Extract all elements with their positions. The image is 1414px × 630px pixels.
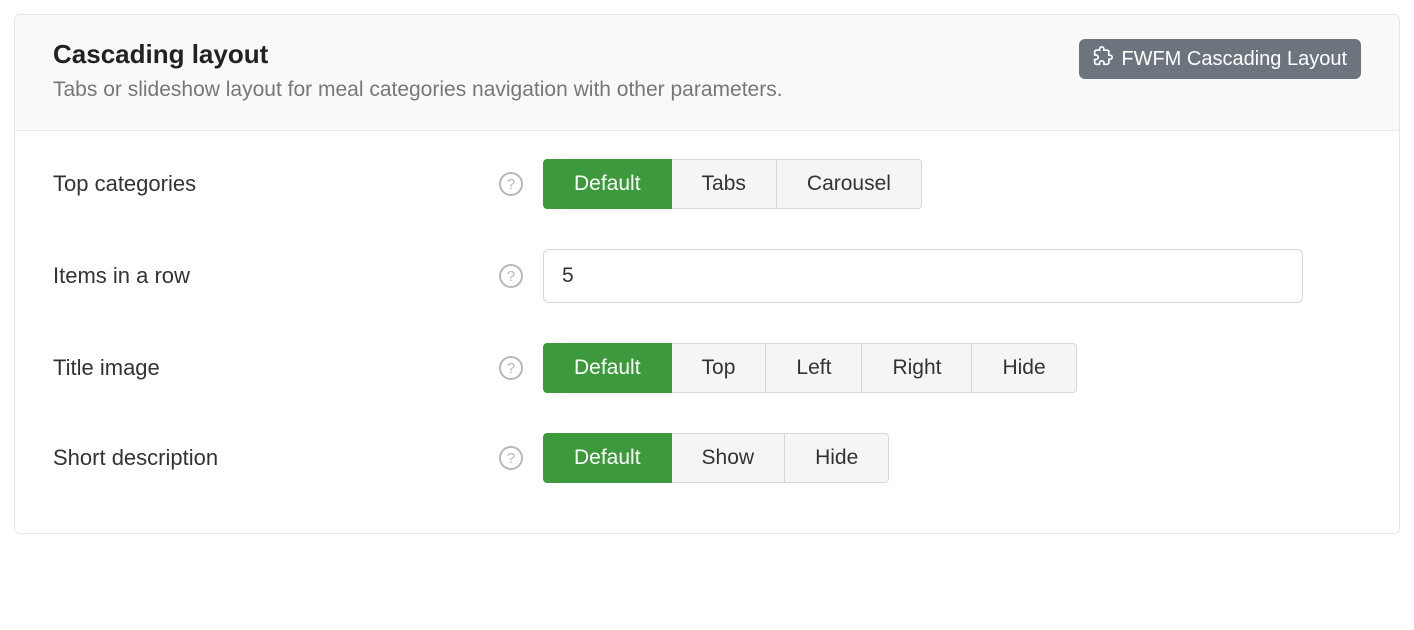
short-description-option-hide[interactable]: Hide — [784, 433, 889, 483]
short-description-option-default[interactable]: Default — [543, 433, 672, 483]
label-items-in-row: Items in a row ? — [53, 263, 543, 289]
help-icon[interactable]: ? — [499, 264, 523, 288]
title-image-option-top[interactable]: Top — [671, 343, 767, 393]
cascading-layout-panel: Cascading layout Tabs or slideshow layou… — [14, 14, 1400, 534]
row-title-image: Title image ? Default Top Left Right Hid… — [53, 343, 1361, 393]
control-top-categories: Default Tabs Carousel — [543, 159, 1361, 209]
top-categories-option-tabs[interactable]: Tabs — [671, 159, 777, 209]
label-text-items-in-row: Items in a row — [53, 263, 190, 289]
short-description-option-show[interactable]: Show — [671, 433, 786, 483]
top-categories-option-default[interactable]: Default — [543, 159, 672, 209]
help-icon[interactable]: ? — [499, 356, 523, 380]
row-items-in-row: Items in a row ? — [53, 249, 1361, 303]
plugin-badge-label: FWFM Cascading Layout — [1121, 48, 1347, 71]
control-short-description: Default Show Hide — [543, 433, 1361, 483]
top-categories-option-carousel[interactable]: Carousel — [776, 159, 922, 209]
items-in-row-input[interactable] — [543, 249, 1303, 303]
title-image-option-default[interactable]: Default — [543, 343, 672, 393]
label-text-title-image: Title image — [53, 355, 160, 381]
panel-body: Top categories ? Default Tabs Carousel I… — [15, 131, 1399, 533]
panel-header-text: Cascading layout Tabs or slideshow layou… — [53, 39, 783, 102]
title-image-option-left[interactable]: Left — [765, 343, 862, 393]
segmented-short-description: Default Show Hide — [543, 433, 889, 483]
row-top-categories: Top categories ? Default Tabs Carousel — [53, 159, 1361, 209]
segmented-title-image: Default Top Left Right Hide — [543, 343, 1077, 393]
panel-description: Tabs or slideshow layout for meal catego… — [53, 78, 783, 102]
panel-title: Cascading layout — [53, 39, 783, 70]
label-short-description: Short description ? — [53, 445, 543, 471]
panel-header: Cascading layout Tabs or slideshow layou… — [15, 15, 1399, 131]
title-image-option-right[interactable]: Right — [861, 343, 972, 393]
help-icon[interactable]: ? — [499, 446, 523, 470]
label-top-categories: Top categories ? — [53, 171, 543, 197]
label-text-top-categories: Top categories — [53, 171, 196, 197]
help-icon[interactable]: ? — [499, 172, 523, 196]
label-text-short-description: Short description — [53, 445, 218, 471]
row-short-description: Short description ? Default Show Hide — [53, 433, 1361, 483]
label-title-image: Title image ? — [53, 355, 543, 381]
plugin-badge: FWFM Cascading Layout — [1079, 39, 1361, 79]
title-image-option-hide[interactable]: Hide — [971, 343, 1076, 393]
control-title-image: Default Top Left Right Hide — [543, 343, 1361, 393]
segmented-top-categories: Default Tabs Carousel — [543, 159, 922, 209]
control-items-in-row — [543, 249, 1361, 303]
puzzle-icon — [1093, 46, 1113, 72]
